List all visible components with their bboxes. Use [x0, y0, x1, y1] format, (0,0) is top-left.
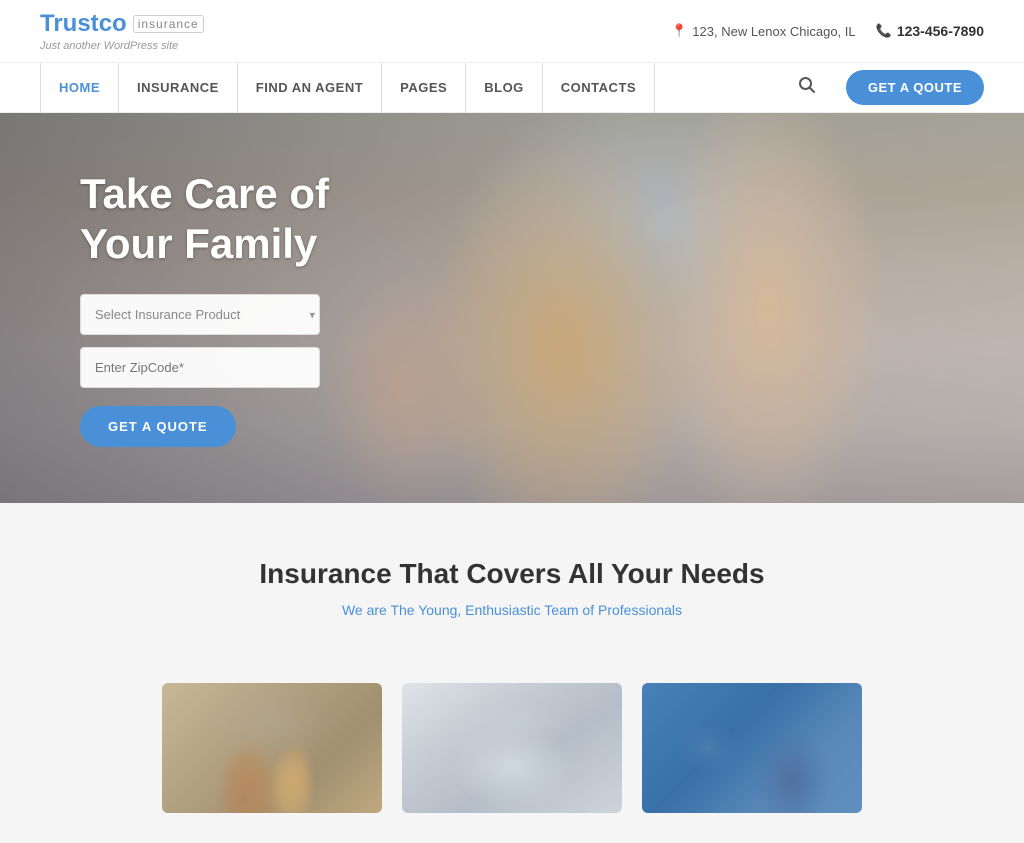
top-address: 📍 123, New Lenox Chicago, IL	[671, 23, 856, 39]
logo-co: co	[99, 10, 127, 37]
cards-row	[0, 683, 1024, 843]
address-text: 123, New Lenox Chicago, IL	[692, 24, 855, 39]
hero-title-line2: Your Family	[80, 220, 317, 267]
nav-item-find-agent[interactable]: FIND AN AGENT	[238, 63, 382, 113]
coverage-section: Insurance That Covers All Your Needs We …	[0, 503, 1024, 683]
phone-number: 123-456-7890	[897, 23, 984, 39]
hero-content: Take Care of Your Family Select Insuranc…	[0, 169, 329, 448]
logo-text: Trustco	[40, 10, 127, 38]
top-phone[interactable]: 📞 123-456-7890	[876, 23, 984, 39]
logo-trust: Trust	[40, 10, 99, 37]
hero-title-line1: Take Care of	[80, 170, 329, 217]
section-title: Insurance That Covers All Your Needs	[40, 558, 984, 590]
search-icon[interactable]	[783, 76, 831, 99]
zipcode-input[interactable]	[80, 347, 320, 388]
get-quote-nav-button[interactable]: GET A QOUTE	[846, 70, 984, 105]
top-contact: 📍 123, New Lenox Chicago, IL 📞 123-456-7…	[671, 23, 984, 39]
navbar: HOME INSURANCE FIND AN AGENT PAGES BLOG …	[0, 63, 1024, 113]
section-subtitle: We are The Young, Enthusiastic Team of P…	[40, 602, 984, 618]
logo-tagline: Just another WordPress site	[40, 40, 204, 52]
card-family[interactable]	[162, 683, 382, 813]
logo-row: Trustco insurance	[40, 10, 204, 38]
nav-item-blog[interactable]: BLOG	[466, 63, 543, 113]
insurance-select-wrap: Select Insurance Product Life Insurance …	[80, 294, 329, 335]
insurance-product-select[interactable]: Select Insurance Product Life Insurance …	[80, 294, 320, 335]
nav-item-home[interactable]: HOME	[40, 63, 119, 113]
nav-item-insurance[interactable]: INSURANCE	[119, 63, 238, 113]
get-quote-hero-button[interactable]: GET A QUOTE	[80, 406, 236, 447]
phone-icon: 📞	[876, 23, 892, 39]
location-icon: 📍	[671, 23, 687, 39]
nav-links: HOME INSURANCE FIND AN AGENT PAGES BLOG …	[40, 63, 783, 113]
hero-title: Take Care of Your Family	[80, 169, 329, 270]
card-auto[interactable]	[642, 683, 862, 813]
card-home[interactable]	[402, 683, 622, 813]
nav-item-pages[interactable]: PAGES	[382, 63, 466, 113]
nav-item-contacts[interactable]: CONTACTS	[543, 63, 655, 113]
logo-insurance: insurance	[133, 15, 204, 33]
hero-section: Take Care of Your Family Select Insuranc…	[0, 113, 1024, 503]
logo-area: Trustco insurance Just another WordPress…	[40, 10, 204, 52]
top-bar: Trustco insurance Just another WordPress…	[0, 0, 1024, 63]
